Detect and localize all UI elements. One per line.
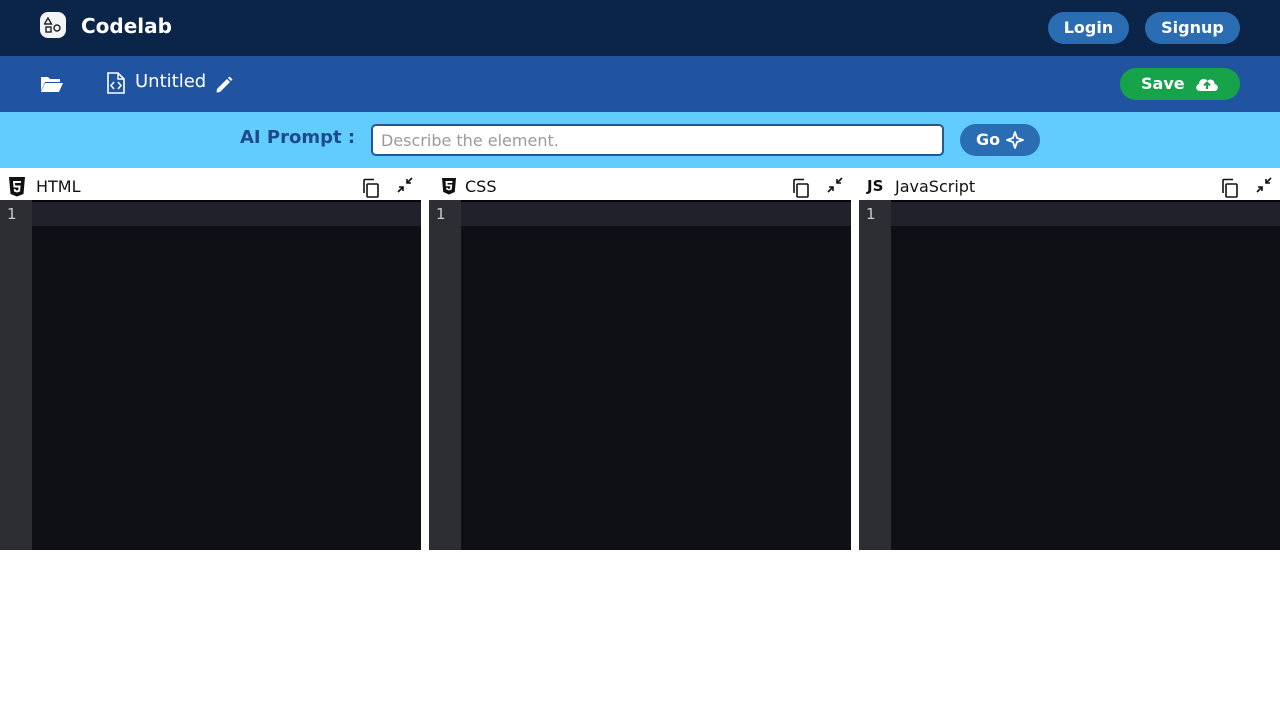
js-code-editor[interactable]: 1 bbox=[859, 200, 1280, 550]
pencil-icon[interactable] bbox=[214, 75, 234, 95]
line-number: 1 bbox=[7, 205, 17, 223]
line-number: 1 bbox=[436, 205, 446, 223]
save-button-label: Save bbox=[1141, 74, 1185, 93]
line-gutter: 1 bbox=[0, 200, 32, 550]
css-pane-title: CSS bbox=[465, 177, 497, 196]
collapse-icon[interactable] bbox=[826, 176, 844, 194]
active-line bbox=[32, 202, 421, 226]
html-pane-title: HTML bbox=[36, 177, 81, 196]
js-editor-pane: JS JavaScript 1 bbox=[859, 168, 1280, 550]
html-editor-pane: HTML 1 bbox=[0, 168, 421, 550]
active-line bbox=[461, 202, 851, 226]
cloud-upload-icon bbox=[1196, 78, 1218, 91]
project-toolbar: Untitled Save bbox=[0, 56, 1280, 112]
html5-icon bbox=[9, 177, 25, 197]
line-gutter: 1 bbox=[429, 200, 461, 550]
collapse-icon[interactable] bbox=[396, 176, 414, 194]
js-pane-title: JavaScript bbox=[895, 177, 976, 196]
top-navbar: Codelab Login Signup bbox=[0, 0, 1280, 56]
active-line bbox=[891, 202, 1280, 226]
brand-name[interactable]: Codelab bbox=[81, 13, 172, 39]
ai-prompt-bar: AI Prompt : Go bbox=[0, 112, 1280, 168]
line-number: 1 bbox=[866, 205, 876, 223]
js-icon: JS bbox=[867, 177, 884, 195]
css-code-editor[interactable]: 1 bbox=[429, 200, 851, 550]
collapse-icon[interactable] bbox=[1255, 176, 1273, 194]
css-pane-header: CSS bbox=[429, 168, 851, 200]
signup-button[interactable]: Signup bbox=[1145, 12, 1240, 44]
save-button[interactable]: Save bbox=[1120, 68, 1240, 100]
css3-icon bbox=[442, 178, 456, 195]
html-code-editor[interactable]: 1 bbox=[0, 200, 421, 550]
copy-icon[interactable] bbox=[791, 178, 811, 198]
css-editor-pane: CSS 1 bbox=[429, 168, 851, 550]
codelab-logo-icon[interactable] bbox=[40, 12, 66, 38]
js-pane-header: JS JavaScript bbox=[859, 168, 1280, 200]
copy-icon[interactable] bbox=[361, 178, 381, 198]
file-code-icon bbox=[106, 72, 126, 94]
login-button[interactable]: Login bbox=[1048, 12, 1129, 44]
go-button-label: Go bbox=[976, 130, 1001, 149]
line-gutter: 1 bbox=[859, 200, 891, 550]
ai-prompt-input[interactable] bbox=[371, 124, 944, 156]
project-title[interactable]: Untitled bbox=[135, 70, 206, 94]
copy-icon[interactable] bbox=[1220, 178, 1240, 198]
go-button[interactable]: Go bbox=[960, 124, 1040, 156]
folder-open-icon[interactable] bbox=[40, 74, 64, 94]
ai-prompt-label: AI Prompt : bbox=[240, 127, 356, 148]
html-pane-header: HTML bbox=[0, 168, 421, 200]
sparkle-icon bbox=[1006, 131, 1024, 149]
